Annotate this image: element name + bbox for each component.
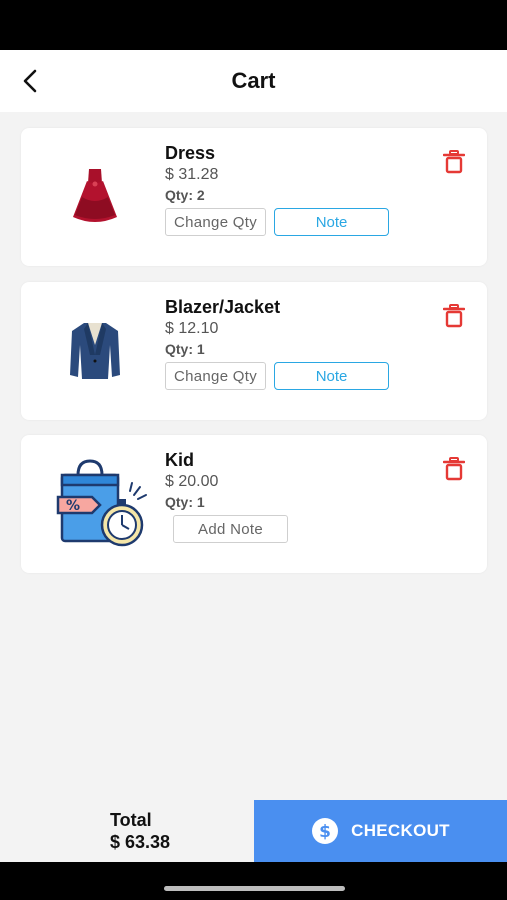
item-name: Blazer/Jacket <box>165 297 281 317</box>
svg-text:$: $ <box>319 822 331 842</box>
change-qty-button[interactable]: Change Qty <box>165 362 267 390</box>
item-price: $ 20.00 <box>165 473 219 490</box>
cart-footer: Total $ 63.38 $ CHECKOUT <box>0 800 507 862</box>
trash-icon[interactable] <box>443 304 465 328</box>
total-value: $ 63.38 <box>110 832 171 852</box>
cart-item-kid: % Kid $ 20.00 Qty: 1 Add Note <box>21 435 487 573</box>
product-image-blazer <box>45 300 145 400</box>
page-title: Cart <box>231 68 276 93</box>
trash-icon[interactable] <box>443 457 465 481</box>
product-image-kid: % <box>45 453 155 553</box>
change-qty-button[interactable]: Change Qty <box>165 208 267 236</box>
status-bar <box>0 0 507 50</box>
svg-text:%: % <box>66 498 80 514</box>
app-header: Cart <box>0 50 507 112</box>
product-image-dress <box>45 146 145 246</box>
cart-list: Dress $ 31.28 Qty: 2 Change Qty Note Bla… <box>0 112 507 800</box>
item-price: $ 12.10 <box>165 320 219 337</box>
checkout-button[interactable]: $ CHECKOUT <box>254 800 507 862</box>
cart-item-blazer: Blazer/Jacket $ 12.10 Qty: 1 Change Qty … <box>21 282 487 420</box>
home-indicator[interactable] <box>164 886 345 891</box>
item-name: Dress <box>165 143 216 163</box>
cart-item-dress: Dress $ 31.28 Qty: 2 Change Qty Note <box>21 128 487 266</box>
item-qty: Qty: 1 <box>165 494 205 510</box>
add-note-button[interactable]: Add Note <box>173 515 288 543</box>
note-button[interactable]: Note <box>274 362 390 390</box>
dollar-circle-icon: $ <box>312 818 339 844</box>
home-area <box>0 862 507 900</box>
item-qty: Qty: 1 <box>165 341 205 357</box>
total-summary: Total $ 63.38 <box>0 800 254 862</box>
total-label: Total <box>110 810 152 830</box>
item-qty: Qty: 2 <box>165 187 205 203</box>
trash-icon[interactable] <box>443 150 465 174</box>
checkout-label: CHECKOUT <box>351 821 450 840</box>
item-price: $ 31.28 <box>165 166 219 183</box>
note-button[interactable]: Note <box>274 208 390 236</box>
item-name: Kid <box>165 450 194 470</box>
